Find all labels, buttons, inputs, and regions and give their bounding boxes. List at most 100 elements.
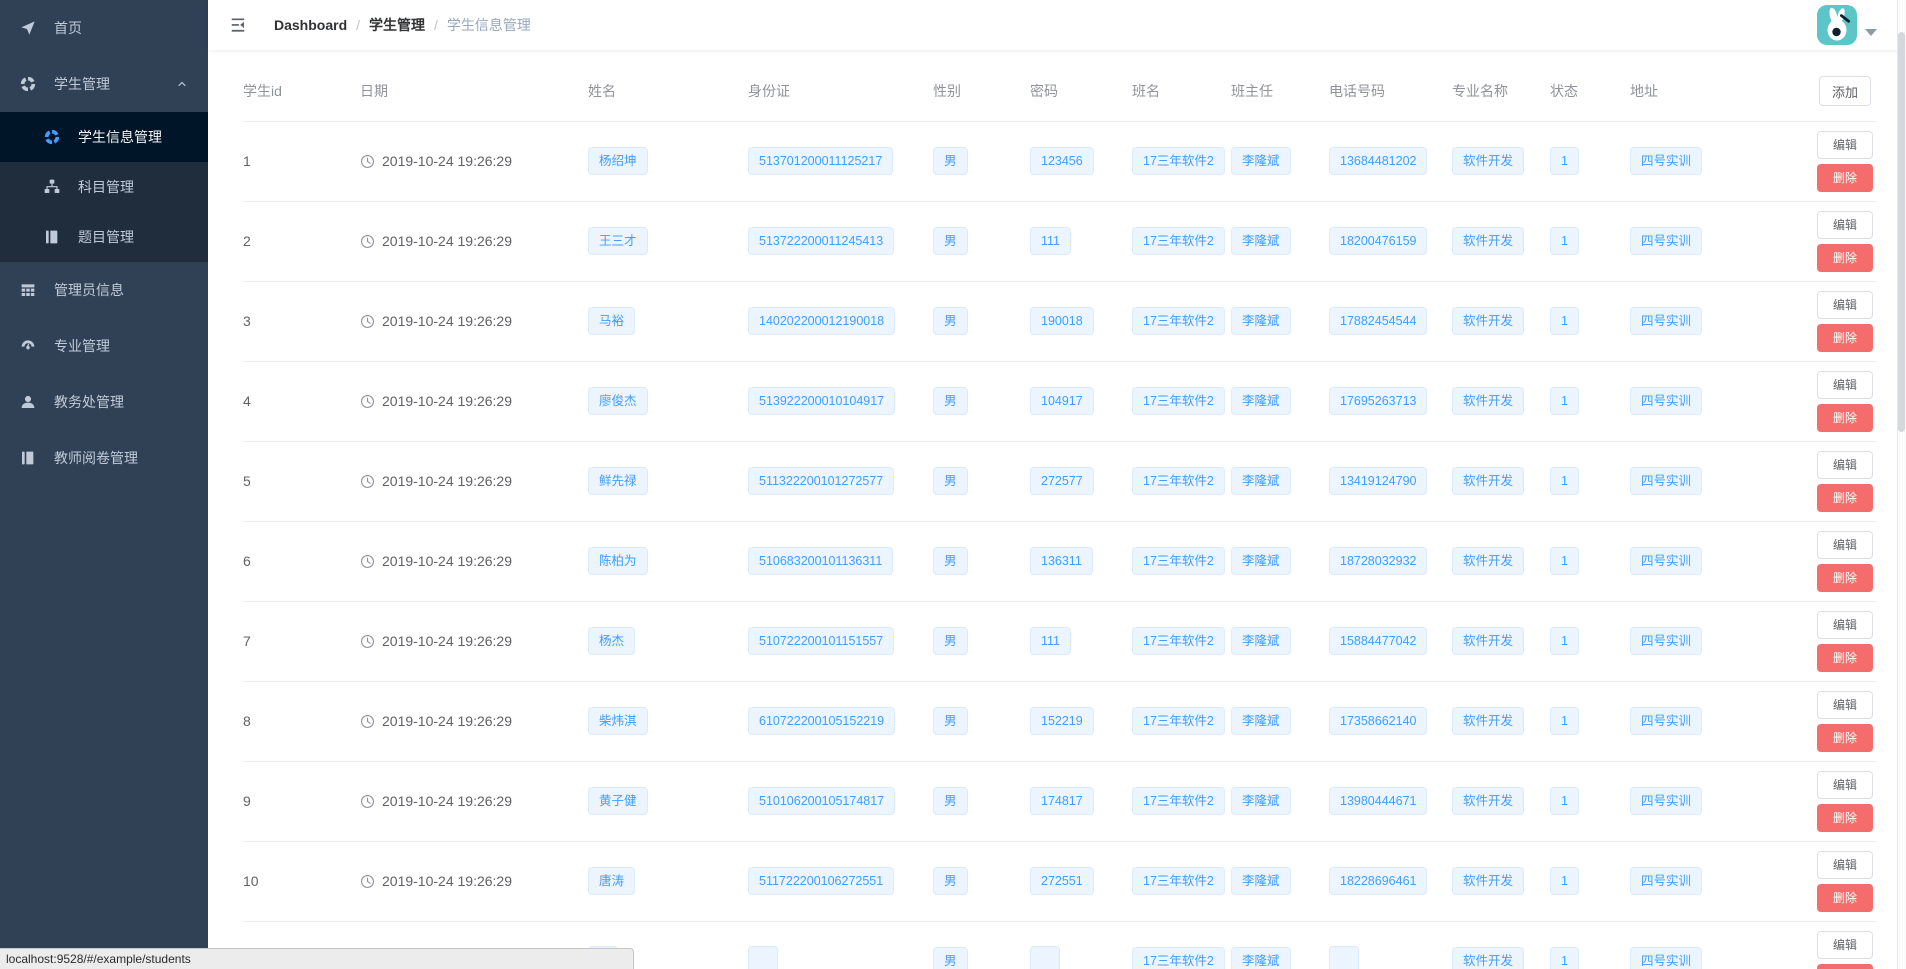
clock-icon: [360, 314, 375, 329]
sidebar-item-student-info-management[interactable]: 学生信息管理: [0, 112, 208, 162]
delete-button[interactable]: 删除: [1817, 484, 1873, 512]
edit-button[interactable]: 编辑: [1817, 691, 1873, 719]
edit-button[interactable]: 编辑: [1817, 211, 1873, 239]
edit-button[interactable]: 编辑: [1817, 291, 1873, 319]
phone-badge: 13684481202: [1329, 147, 1427, 175]
sidebar-item-student-management[interactable]: 学生管理: [0, 56, 208, 112]
password-badge: [1030, 946, 1060, 969]
teacher-badge: 李隆斌: [1231, 947, 1291, 969]
edit-button[interactable]: 编辑: [1817, 931, 1873, 959]
students-table: 学生id 日期 姓名 身份证 性别 密码 班名 班主任 电话号码 专业名称 状态…: [243, 50, 1877, 969]
phone-badge-cell: 17882454544: [1329, 281, 1452, 361]
id-card-badge: 510683200101136311: [748, 547, 893, 575]
hamburger-icon[interactable]: [218, 9, 258, 41]
table-row: 72019-10-24 19:26:29杨杰510722200101151557…: [243, 601, 1877, 681]
delete-button[interactable]: 删除: [1817, 244, 1873, 272]
delete-button[interactable]: 删除: [1817, 804, 1873, 832]
sidebar-item-teacher-grading[interactable]: 教师阅卷管理: [0, 430, 208, 486]
delete-button[interactable]: 删除: [1817, 324, 1873, 352]
id-card-badge-cell: 513722200011245413: [748, 201, 933, 281]
major-badge: 软件开发: [1452, 387, 1524, 415]
scrollbar-thumb[interactable]: [1898, 32, 1905, 432]
edit-button[interactable]: 编辑: [1817, 371, 1873, 399]
breadcrumb-dashboard[interactable]: Dashboard: [274, 17, 347, 33]
date-text: 2019-10-24 19:26:29: [382, 633, 512, 649]
class-name-badge: 17三年软件2: [1132, 787, 1225, 815]
sidebar-item-major-management[interactable]: 专业管理: [0, 318, 208, 374]
student-name-badge-cell: 马裕: [588, 281, 748, 361]
class-name-badge: 17三年软件2: [1132, 467, 1225, 495]
status-badge: 1: [1550, 467, 1579, 495]
user-icon: [20, 394, 44, 410]
class-name-badge-cell: 17三年软件2: [1132, 601, 1231, 681]
sidebar-item-label: 教务处管理: [54, 392, 124, 412]
date-text: 2019-10-24 19:26:29: [382, 393, 512, 409]
delete-button[interactable]: 删除: [1817, 564, 1873, 592]
clock-icon: [360, 154, 375, 169]
student-name-badge: 鲜先禄: [588, 467, 648, 495]
sidebar-item-question-management[interactable]: 题目管理: [0, 212, 208, 262]
phone-badge-cell: 18200476159: [1329, 201, 1452, 281]
add-button[interactable]: 添加: [1819, 76, 1871, 106]
gender-badge-cell: 男: [933, 521, 1030, 601]
major-badge-cell: 软件开发: [1452, 281, 1550, 361]
student-management-submenu: 学生信息管理 科目管理 题目管理: [0, 112, 208, 262]
table-row: 82019-10-24 19:26:29柴炜淇61072220010515221…: [243, 681, 1877, 761]
delete-button[interactable]: 删除: [1817, 404, 1873, 432]
sidebar-item-home[interactable]: 首页: [0, 0, 208, 56]
scrollbar[interactable]: [1897, 0, 1906, 969]
status-badge: 1: [1550, 547, 1579, 575]
sidebar-item-label: 学生管理: [54, 74, 110, 94]
address-badge: 四号实训: [1630, 947, 1702, 969]
address-badge-cell: 四号实训: [1630, 681, 1790, 761]
delete-button[interactable]: 删除: [1817, 884, 1873, 912]
delete-button[interactable]: 删除: [1817, 164, 1873, 192]
address-badge-cell: 四号实训: [1630, 121, 1790, 201]
address-badge-cell: 四号实训: [1630, 201, 1790, 281]
class-name-badge-cell: 17三年软件2: [1132, 841, 1231, 921]
edit-button[interactable]: 编辑: [1817, 451, 1873, 479]
edit-button[interactable]: 编辑: [1817, 771, 1873, 799]
sidebar-nav: 首页 学生管理 学生信息管理 科目管理 题目管理: [0, 0, 208, 486]
caret-down-icon[interactable]: [1865, 29, 1877, 36]
status-badge-cell: 1: [1550, 281, 1630, 361]
id-card-badge: 511322200101272577: [748, 467, 894, 495]
date-text: 2019-10-24 19:26:29: [382, 713, 512, 729]
status-badge-cell: 1: [1550, 361, 1630, 441]
teacher-badge: 李隆斌: [1231, 627, 1291, 655]
major-badge-cell: 软件开发: [1452, 441, 1550, 521]
id-card-badge: 513701200011125217: [748, 147, 893, 175]
edit-button[interactable]: 编辑: [1817, 131, 1873, 159]
id-card-badge-cell: 610722200105152219: [748, 681, 933, 761]
class-name-badge: 17三年软件2: [1132, 307, 1225, 335]
actions-cell: 编辑删除: [1790, 361, 1877, 441]
clock-icon: [360, 634, 375, 649]
class-name-badge-cell: 17三年软件2: [1132, 921, 1231, 969]
sidebar-item-academic-affairs[interactable]: 教务处管理: [0, 374, 208, 430]
major-badge: 软件开发: [1452, 707, 1524, 735]
sidebar-item-subject-management[interactable]: 科目管理: [0, 162, 208, 212]
sidebar-item-label: 首页: [54, 18, 82, 38]
major-badge: 软件开发: [1452, 867, 1524, 895]
sidebar-item-label: 科目管理: [78, 177, 134, 197]
student-name-badge: 王三才: [588, 227, 648, 255]
delete-button[interactable]: 删除: [1817, 724, 1873, 752]
sidebar-item-admin-info[interactable]: 管理员信息: [0, 262, 208, 318]
breadcrumb-student-management[interactable]: 学生管理: [369, 15, 425, 35]
id-card-badge-cell: 513701200011125217: [748, 121, 933, 201]
edit-button[interactable]: 编辑: [1817, 611, 1873, 639]
delete-button[interactable]: 删除: [1817, 644, 1873, 672]
teacher-badge: 李隆斌: [1231, 467, 1291, 495]
address-badge-cell: 四号实训: [1630, 761, 1790, 841]
actions-cell: 编辑删除: [1790, 921, 1877, 969]
book-icon: [20, 450, 44, 466]
phone-badge-cell: 17695263713: [1329, 361, 1452, 441]
edit-button[interactable]: 编辑: [1817, 851, 1873, 879]
id-card-badge-cell: 140202200012190018: [748, 281, 933, 361]
address-badge-cell: 四号实训: [1630, 441, 1790, 521]
date-cell: 2019-10-24 19:26:29: [360, 361, 588, 441]
edit-button[interactable]: 编辑: [1817, 531, 1873, 559]
avatar[interactable]: [1817, 5, 1857, 45]
delete-button[interactable]: 删除: [1817, 964, 1873, 969]
actions-cell: 编辑删除: [1790, 521, 1877, 601]
